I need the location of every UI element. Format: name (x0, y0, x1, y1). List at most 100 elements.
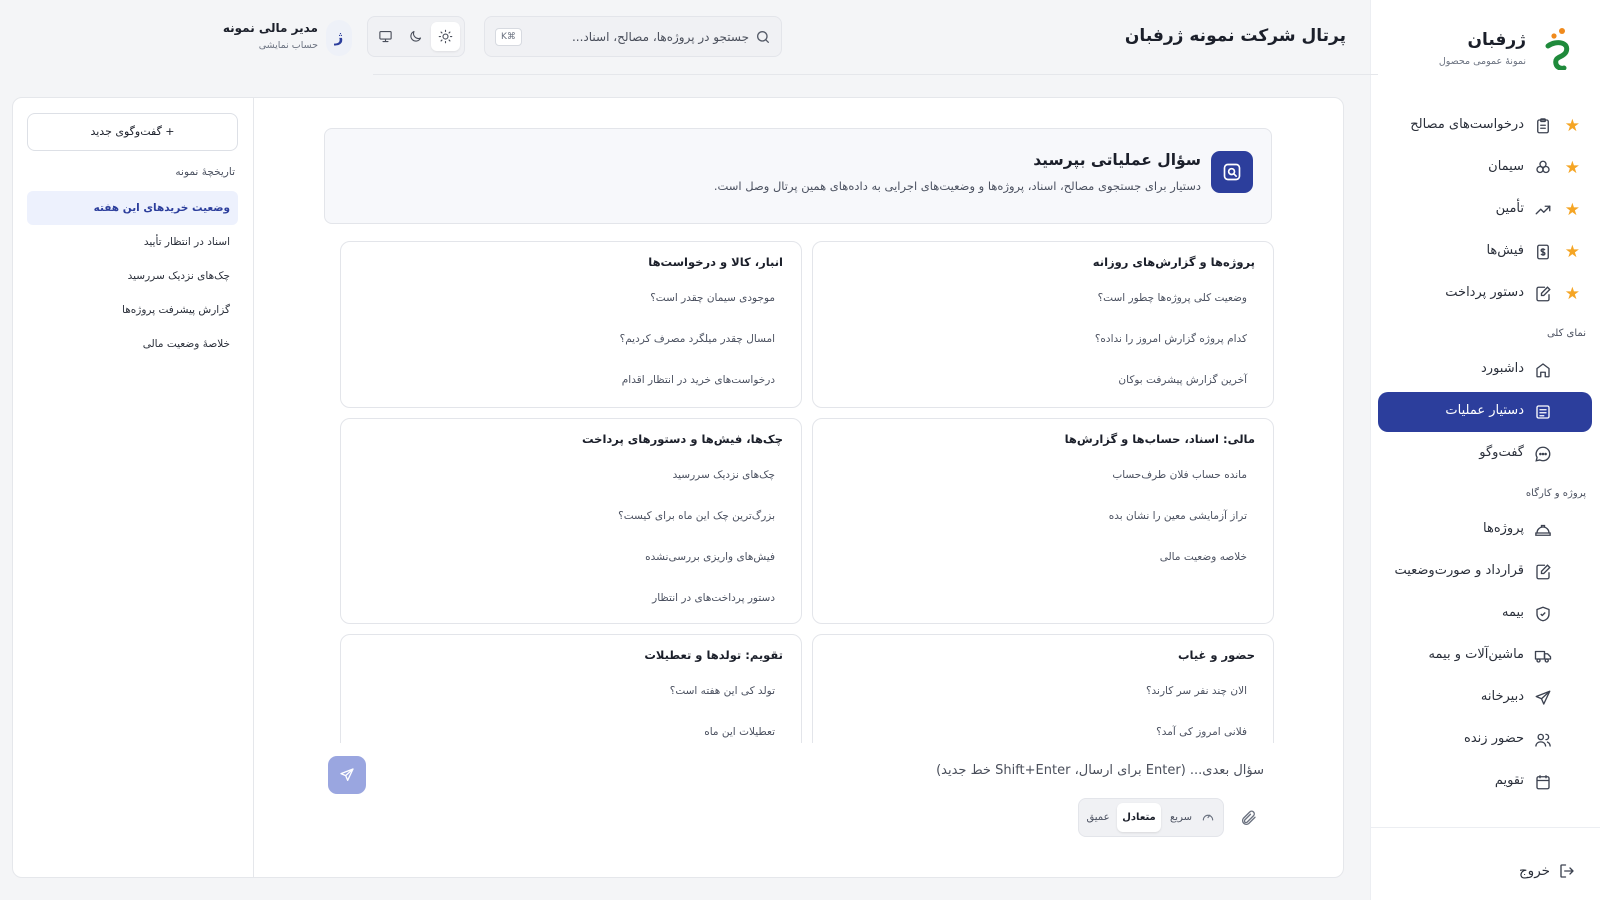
logout-icon (1560, 864, 1574, 878)
favorite-star-icon[interactable]: ★ (1565, 116, 1580, 136)
helmet-icon (1535, 524, 1551, 536)
sidebar-item-dashboard[interactable]: داشبورد (1378, 350, 1592, 390)
suggestion-card: چک‌ها، فیش‌ها و دستورهای پرداخت چک‌های ن… (340, 418, 802, 624)
card-title: حضور و غیاب (1177, 648, 1255, 662)
suggested-question[interactable]: تراز آزمایشی معین را نشان بده (827, 496, 1255, 537)
nav-section-projects: پروژه و کارگاه (1525, 488, 1586, 499)
response-mode-selector: سریع متعادل عمیق (1078, 798, 1224, 837)
sun-icon (438, 29, 453, 44)
chat-icon (1535, 446, 1551, 462)
suggested-question[interactable]: تولد کی این هفته است؟ (355, 671, 783, 712)
sidebar-item-label: قرارداد و صورت‌وضعیت (1394, 563, 1524, 578)
favorite-star-icon[interactable]: ★ (1565, 200, 1580, 220)
suggested-question[interactable]: آخرین گزارش پیشرفت بوکان (827, 360, 1255, 401)
user-menu[interactable]: ژ مدیر مالی نمونه حساب نمایشی (223, 18, 352, 58)
sidebar-item-material-requests[interactable]: ★ درخواست‌های مصالح (1378, 106, 1592, 146)
suggestion-card: انبار، کالا و درخواست‌ها موجودی سیمان چق… (340, 241, 802, 408)
card-title: تقویم: تولدها و تعطیلات (644, 648, 783, 662)
gauge-icon (1202, 814, 1214, 821)
new-chat-button[interactable]: + گفت‌وگوی جدید (27, 113, 238, 151)
assistant-panel: سؤال عملیاتی بپرسید دستیار برای جستجوی م… (12, 97, 1344, 878)
sidebar-item-cement[interactable]: ★ سیمان (1378, 148, 1592, 188)
avatar[interactable]: ژ (326, 20, 352, 56)
suggested-question[interactable]: دستور پرداخت‌های در انتظار (355, 578, 783, 619)
card-title: مالی: اسناد، حساب‌ها و گزارش‌ها (1064, 432, 1255, 446)
intro-banner: سؤال عملیاتی بپرسید دستیار برای جستجوی م… (324, 128, 1272, 224)
suggestion-card: پروژه‌ها و گزارش‌های روزانه وضعیت کلی پر… (812, 241, 1274, 408)
sidebar-item-receipts[interactable]: ★ فیش‌ها (1378, 232, 1592, 272)
sidebar-item-label: تأمین (1495, 201, 1524, 216)
suggestion-card: حضور و غیاب الان چند نفر سر کارند؟ فلانی… (812, 634, 1274, 743)
theme-light-button[interactable] (431, 22, 460, 51)
suggested-question[interactable]: کدام پروژه گزارش امروز را نداده؟ (827, 319, 1255, 360)
history-item[interactable]: چک‌های نزدیک سررسید (27, 259, 238, 293)
intro-description: دستیار برای جستجوی مصالح، اسناد، پروژه‌ه… (713, 179, 1201, 193)
mode-deep[interactable]: عمیق (1081, 803, 1115, 832)
sidebar-item-live-attendance[interactable]: حضور زنده (1378, 720, 1592, 760)
history-item[interactable]: وضعیت خریدهای این هفته (27, 191, 238, 225)
suggested-question[interactable]: چک‌های نزدیک سررسید (355, 455, 783, 496)
theme-system-button[interactable] (371, 22, 400, 51)
favorite-star-icon[interactable]: ★ (1565, 158, 1580, 178)
theme-switcher (367, 16, 465, 57)
brand[interactable]: ژرفبان نمونهٔ عمومی محصول (1386, 24, 1576, 74)
users-icon (1535, 733, 1551, 747)
contract-icon (1536, 564, 1551, 580)
history-item[interactable]: گزارش پیشرفت پروژه‌ها (27, 293, 238, 327)
sidebar-item-payment-order[interactable]: ★ دستور پرداخت (1378, 274, 1592, 314)
sidebar-item-label: بیمه (1501, 605, 1524, 620)
sidebar-item-label: سیمان (1488, 159, 1524, 174)
shield-icon (1536, 606, 1550, 622)
history-list: وضعیت خریدهای این هفته اسناد در انتظار ت… (27, 191, 238, 361)
sidebar-item-secretariat[interactable]: دبیرخانه (1378, 678, 1592, 718)
logout-button[interactable]: خروج (1519, 862, 1576, 880)
suggested-question[interactable]: فیش‌های واریزی بررسی‌نشده (355, 537, 783, 578)
theme-dark-button[interactable] (401, 22, 430, 51)
history-item[interactable]: خلاصهٔ وضعیت مالی (27, 327, 238, 361)
suggested-question[interactable]: وضعیت کلی پروژه‌ها چطور است؟ (827, 278, 1255, 319)
sidebar-item-insurance[interactable]: بیمه (1378, 594, 1592, 634)
question-input[interactable] (444, 763, 1264, 787)
suggested-question[interactable]: درخواست‌های خرید در انتظار اقدام (355, 360, 783, 401)
page-title: پرتال شرکت نمونه ژرفبان (1124, 26, 1346, 46)
mode-fast[interactable]: سریع (1165, 803, 1197, 832)
suggested-question[interactable]: خلاصه وضعیت مالی (827, 537, 1255, 578)
sidebar-item-label: گفت‌وگو (1479, 445, 1524, 460)
search-box[interactable]: K⌘ (484, 16, 782, 57)
history-item[interactable]: اسناد در انتظار تأیید (27, 225, 238, 259)
suggested-question[interactable]: موجودی سیمان چقدر است؟ (355, 278, 783, 319)
cement-icon (1536, 160, 1550, 174)
paperclip-icon[interactable] (1240, 809, 1258, 827)
suggested-question[interactable]: تعطیلات این ماه (355, 712, 783, 743)
suggestions-scroll[interactable]: پروژه‌ها و گزارش‌های روزانه وضعیت کلی پر… (324, 241, 1274, 743)
sidebar-item-label: دستیار عملیات (1445, 403, 1524, 418)
brand-subtitle: نمونهٔ عمومی محصول (1438, 56, 1526, 67)
card-title: چک‌ها، فیش‌ها و دستورهای پرداخت (581, 432, 783, 446)
favorite-star-icon[interactable]: ★ (1565, 284, 1580, 304)
favorite-star-icon[interactable]: ★ (1565, 242, 1580, 262)
search-doc-icon (1211, 151, 1253, 193)
search-icon (757, 31, 769, 43)
mode-balanced[interactable]: متعادل (1117, 803, 1161, 832)
sidebar-item-machinery[interactable]: ماشین‌آلات و بیمه (1378, 636, 1592, 676)
suggested-question[interactable]: فلانی امروز کی آمد؟ (827, 712, 1255, 743)
card-title: انبار، کالا و درخواست‌ها (648, 255, 783, 269)
send-button[interactable] (328, 756, 366, 794)
nav-section-overview: نمای کلی (1546, 328, 1586, 339)
calendar-icon (1536, 775, 1550, 790)
suggested-question[interactable]: مانده حساب فلان طرف‌حساب (827, 455, 1255, 496)
sidebar-item-operations-assistant[interactable]: دستیار عملیات (1378, 392, 1592, 432)
history-title: تاریخچهٔ نمونه (175, 166, 235, 178)
suggested-question[interactable]: امسال چقدر میلگرد مصرف کردیم؟ (355, 319, 783, 360)
suggested-question[interactable]: الان چند نفر سر کارند؟ (827, 671, 1255, 712)
sidebar-item-projects[interactable]: پروژه‌ها (1378, 510, 1592, 550)
sidebar-item-calendar[interactable]: تقویم (1378, 762, 1592, 802)
sidebar-item-label: داشبورد (1481, 361, 1524, 376)
sidebar-item-contracts[interactable]: قرارداد و صورت‌وضعیت (1378, 552, 1592, 592)
suggested-question[interactable]: بزرگ‌ترین چک این ماه برای کیست؟ (355, 496, 783, 537)
assistant-icon (1536, 405, 1550, 419)
truck-icon (1534, 650, 1552, 663)
sidebar-item-supply[interactable]: ★ تأمین (1378, 190, 1592, 230)
search-input[interactable] (539, 25, 749, 49)
sidebar-item-chat[interactable]: گفت‌وگو (1378, 434, 1592, 474)
